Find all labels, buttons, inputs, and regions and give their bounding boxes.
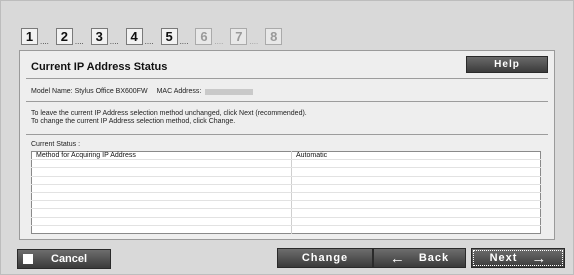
step-number: 4 <box>125 28 143 45</box>
model-name: Model Name: Stylus Office BX600FW <box>31 88 148 95</box>
mac-address-value: 000048479140 <box>205 88 254 95</box>
table-row <box>31 184 541 193</box>
table-row <box>31 217 541 226</box>
table-cell-value: Automatic <box>291 151 541 161</box>
divider <box>26 101 548 102</box>
instruction-line-2: To change the current IP Address selecti… <box>31 118 236 125</box>
step-number: 3 <box>90 28 108 45</box>
step-dots: .... <box>249 37 259 46</box>
step-number: 1 <box>21 28 38 45</box>
step-number: 7 <box>230 28 248 45</box>
step-4: 4 .... <box>125 27 154 46</box>
step-number: 5 <box>160 28 178 45</box>
table-row <box>31 176 541 185</box>
step-number: 6 <box>195 28 213 45</box>
next-button[interactable]: Next → <box>471 248 565 268</box>
table-row <box>31 167 541 177</box>
cancel-label: Cancel <box>51 253 88 265</box>
table-row <box>31 200 541 210</box>
table-row: Method for Acquiring IP Address Automati… <box>31 151 541 161</box>
step-8: 8 <box>265 27 283 45</box>
setup-wizard-window: 1 .... 2 .... 3 .... 4 .... 5 .... 6 ...… <box>0 0 574 275</box>
step-1: 1 .... <box>21 27 49 46</box>
arrow-right-icon: → <box>531 249 547 267</box>
step-6: 6 .... <box>195 27 224 46</box>
cancel-icon <box>23 254 33 264</box>
arrow-left-icon: ← <box>389 249 405 267</box>
step-dots: .... <box>74 37 84 46</box>
change-button[interactable]: Change <box>277 248 373 268</box>
cancel-button[interactable]: Cancel <box>17 249 111 269</box>
table-row <box>31 225 541 234</box>
content-panel: Current IP Address Status Help Model Nam… <box>19 50 555 240</box>
mac-address-label: MAC Address: <box>156 88 202 95</box>
table-row <box>31 192 541 202</box>
device-info: Model Name: Stylus Office BX600FW MAC Ad… <box>31 88 254 95</box>
table-cell-name: Method for Acquiring IP Address <box>31 151 292 161</box>
help-button[interactable]: Help <box>466 56 548 73</box>
step-dots: .... <box>144 37 154 46</box>
step-5: 5 .... <box>160 27 189 46</box>
divider <box>26 78 548 79</box>
wizard-steps: 1 .... 2 .... 3 .... 4 .... 5 .... 6 ...… <box>21 27 289 46</box>
step-number: 2 <box>55 28 73 45</box>
page-title: Current IP Address Status <box>31 61 168 73</box>
back-label: Back <box>418 252 450 264</box>
step-dots: .... <box>179 37 189 46</box>
step-dots: .... <box>40 37 49 46</box>
instructions: To leave the current IP Address selectio… <box>31 110 307 126</box>
step-dots: .... <box>214 37 224 46</box>
step-dots: .... <box>109 37 119 46</box>
status-table: Method for Acquiring IP Address Automati… <box>31 151 541 234</box>
current-status-label: Current Status : <box>31 141 81 148</box>
step-3: 3 .... <box>90 27 119 46</box>
step-number: 8 <box>265 28 283 45</box>
divider <box>26 134 548 135</box>
back-button[interactable]: ← Back <box>373 248 466 268</box>
instruction-line-1: To leave the current IP Address selectio… <box>31 110 307 117</box>
table-row <box>31 159 541 169</box>
next-label: Next <box>489 252 518 264</box>
step-2: 2 .... <box>55 27 84 46</box>
step-7: 7 .... <box>230 27 259 46</box>
table-row <box>31 208 541 218</box>
